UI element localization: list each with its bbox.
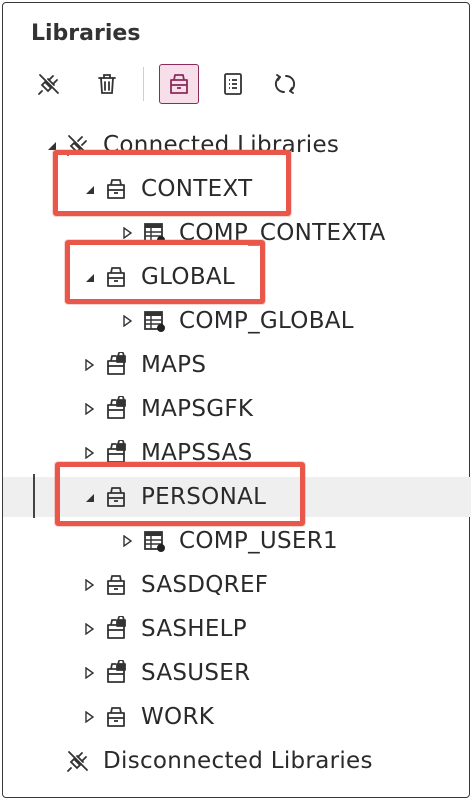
tree-node-label: MAPSSAS — [141, 440, 253, 466]
caret-collapsed-icon[interactable] — [81, 709, 97, 725]
tree-node-table-comp-global[interactable]: COMP_GLOBAL — [3, 301, 471, 341]
tree-node-library-personal[interactable]: PERSONAL — [3, 477, 471, 517]
toolbar-separator — [143, 67, 144, 101]
caret-expanded-icon[interactable] — [81, 181, 97, 197]
locked-library-icon — [101, 438, 131, 468]
locked-library-icon — [101, 394, 131, 424]
caret-collapsed-icon[interactable] — [81, 445, 97, 461]
locked-library-icon — [101, 658, 131, 688]
tree-node-disconnected-libraries[interactable]: Disconnected Libraries — [3, 741, 471, 781]
delete-button[interactable] — [87, 64, 127, 104]
caret-collapsed-icon[interactable] — [81, 577, 97, 593]
library-icon — [101, 174, 131, 204]
panel-title: Libraries — [31, 21, 141, 46]
new-library-button[interactable] — [159, 64, 199, 104]
refresh-button[interactable] — [265, 64, 305, 104]
tree-node-label: COMP_USER1 — [179, 528, 338, 554]
caret-expanded-icon[interactable] — [81, 269, 97, 285]
table-icon — [139, 306, 169, 336]
caret-collapsed-icon[interactable] — [119, 225, 135, 241]
tree-node-library-work[interactable]: WORK — [3, 697, 471, 737]
caret-expanded-icon[interactable] — [43, 137, 59, 153]
tree-node-label: WORK — [141, 704, 215, 730]
tree-node-library-global[interactable]: GLOBAL — [3, 257, 471, 297]
tree-node-label: MAPS — [141, 352, 207, 378]
caret-expanded-icon[interactable] — [81, 489, 97, 505]
libraries-panel: Libraries Connected Libraries CONTEXT CO… — [2, 2, 471, 798]
locked-library-icon — [101, 614, 131, 644]
table-icon — [139, 526, 169, 556]
tree-node-library-mapssas[interactable]: MAPSSAS — [3, 433, 471, 473]
caret-collapsed-icon[interactable] — [119, 313, 135, 329]
tree-node-table-comp-contexta[interactable]: COMP_CONTEXTA — [3, 213, 471, 253]
tree-node-library-sasdqref[interactable]: SASDQREF — [3, 565, 471, 605]
trash-icon — [98, 74, 116, 94]
tree-node-label: COMP_GLOBAL — [179, 308, 354, 334]
caret-collapsed-icon[interactable] — [81, 357, 97, 373]
library-icon — [101, 262, 131, 292]
caret-collapsed-icon[interactable] — [81, 401, 97, 417]
refresh-icon — [274, 74, 296, 94]
plug-disconnect-icon — [63, 746, 93, 776]
properties-button[interactable] — [213, 64, 253, 104]
tree-node-label: COMP_CONTEXTA — [179, 220, 386, 246]
libraries-toolbar — [29, 61, 449, 107]
locked-library-icon — [101, 350, 131, 380]
library-icon — [101, 482, 131, 512]
tree-node-library-context[interactable]: CONTEXT — [3, 169, 471, 209]
tree-node-label: CONTEXT — [141, 176, 253, 202]
tree-node-library-mapsgfk[interactable]: MAPSGFK — [3, 389, 471, 429]
table-icon — [139, 218, 169, 248]
library-icon — [170, 74, 188, 94]
tree-node-label: MAPSGFK — [141, 396, 254, 422]
tree-node-label: SASUSER — [141, 660, 251, 686]
disconnect-library-button[interactable] — [29, 64, 69, 104]
tree-node-label: SASDQREF — [141, 572, 269, 598]
tree-node-table-comp-user1[interactable]: COMP_USER1 — [3, 521, 471, 561]
tree-node-label: Disconnected Libraries — [103, 748, 373, 774]
library-icon — [101, 702, 131, 732]
caret-collapsed-icon[interactable] — [81, 621, 97, 637]
tree-node-library-sashelp[interactable]: SASHELP — [3, 609, 471, 649]
caret-collapsed-icon[interactable] — [81, 665, 97, 681]
tree-node-label: SASHELP — [141, 616, 247, 642]
tree-node-label: PERSONAL — [141, 484, 267, 510]
library-icon — [101, 570, 131, 600]
caret-collapsed-icon[interactable] — [119, 533, 135, 549]
tree-node-library-sasuser[interactable]: SASUSER — [3, 653, 471, 693]
properties-list-icon — [224, 73, 242, 95]
tree-node-library-maps[interactable]: MAPS — [3, 345, 471, 385]
plug-connected-icon — [63, 130, 93, 160]
tree-node-label: GLOBAL — [141, 264, 236, 290]
plug-disconnect-icon — [38, 74, 59, 95]
focus-indicator — [33, 474, 35, 518]
tree-node-label: Connected Libraries — [103, 132, 340, 158]
tree-node-connected-libraries[interactable]: Connected Libraries — [3, 125, 471, 165]
